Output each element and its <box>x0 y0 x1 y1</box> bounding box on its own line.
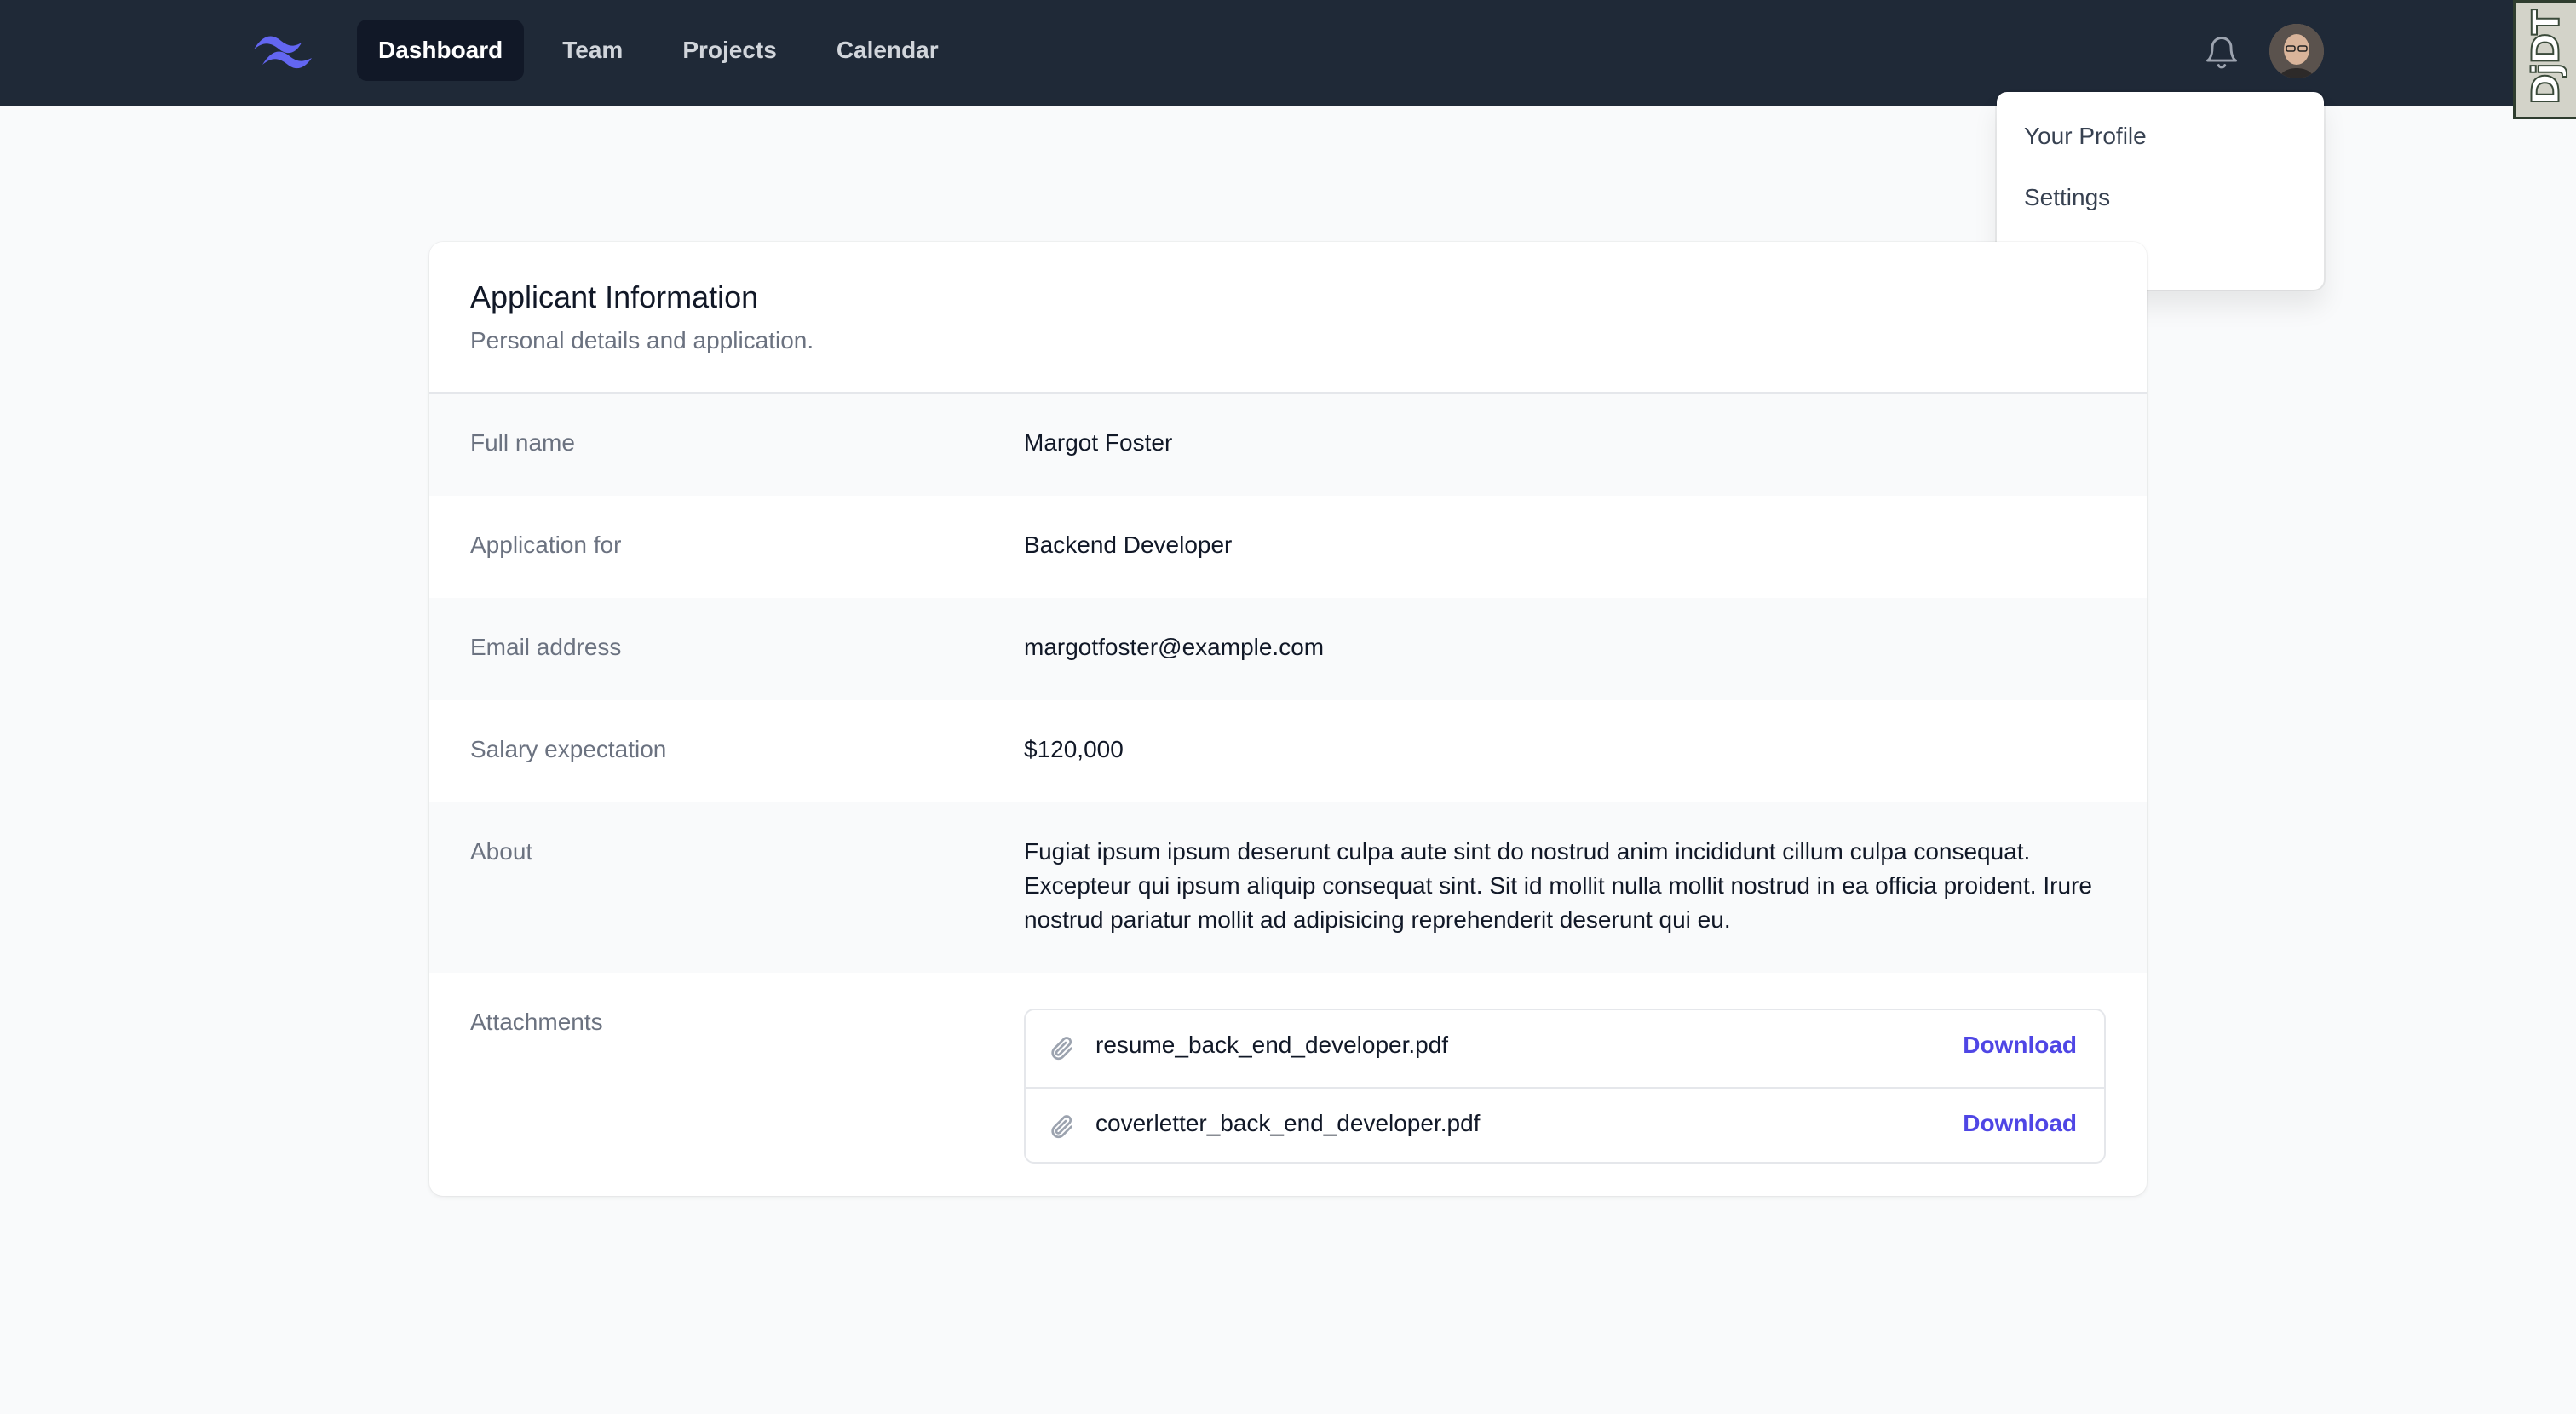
paperclip-icon <box>1051 1037 1072 1060</box>
field-row-salary: Salary expectation $120,000 <box>429 700 2147 802</box>
attachment-filename: coverletter_back_end_developer.pdf <box>1095 1110 1481 1136</box>
field-row-email: Email address margotfoster@example.com <box>429 598 2147 700</box>
attachment-item: resume_back_end_developer.pdf Download <box>1026 1010 2104 1087</box>
field-label: Application for <box>470 532 622 558</box>
logo-icon[interactable] <box>250 31 315 72</box>
field-label: Full name <box>470 429 575 456</box>
bell-icon[interactable] <box>2203 32 2240 72</box>
field-label: Email address <box>470 634 622 660</box>
menu-your-profile[interactable]: Your Profile <box>1997 106 2324 167</box>
field-label: About <box>470 838 533 865</box>
card-subtitle: Personal details and application. <box>470 327 814 354</box>
main-nav: Dashboard Team Projects Calendar <box>357 20 960 81</box>
applicant-card: Applicant Information Personal details a… <box>429 242 2147 1196</box>
menu-settings[interactable]: Settings <box>1997 167 2324 228</box>
card-header: Applicant Information Personal details a… <box>429 242 2147 394</box>
field-value: margotfoster@example.com <box>1024 634 1325 660</box>
nav-projects[interactable]: Projects <box>661 20 798 81</box>
field-row-about: About Fugiat ipsum ipsum deserunt culpa … <box>429 802 2147 973</box>
field-label: Attachments <box>470 1009 603 1035</box>
paperclip-icon <box>1051 1115 1072 1139</box>
attachment-item: coverletter_back_end_developer.pdf Downl… <box>1026 1087 2104 1164</box>
nav-dashboard[interactable]: Dashboard <box>357 20 525 81</box>
card-title: Applicant Information <box>470 279 759 314</box>
avatar[interactable] <box>2269 24 2324 78</box>
attachment-filename: resume_back_end_developer.pdf <box>1095 1032 1449 1058</box>
download-link[interactable]: Download <box>1963 1032 2077 1059</box>
field-value: Backend Developer <box>1024 532 1233 558</box>
field-row-application-for: Application for Backend Developer <box>429 496 2147 598</box>
about-text: Fugiat ipsum ipsum deserunt culpa aute s… <box>1024 838 2092 933</box>
download-link[interactable]: Download <box>1963 1110 2077 1137</box>
field-value: Margot Foster <box>1024 429 1173 456</box>
debug-toolbar-label: DjDT <box>2524 10 2569 106</box>
field-row-full-name: Full name Margot Foster <box>429 394 2147 496</box>
field-row-attachments: Attachments resume_back_end_developer.pd… <box>429 973 2147 1196</box>
nav-team[interactable]: Team <box>541 20 644 81</box>
attachment-list: resume_back_end_developer.pdf Download c… <box>1024 1009 2106 1164</box>
nav-calendar[interactable]: Calendar <box>815 20 960 81</box>
field-label: Salary expectation <box>470 736 667 762</box>
top-navbar: Dashboard Team Projects Calendar <box>0 0 2576 106</box>
field-value: $120,000 <box>1024 736 1124 762</box>
